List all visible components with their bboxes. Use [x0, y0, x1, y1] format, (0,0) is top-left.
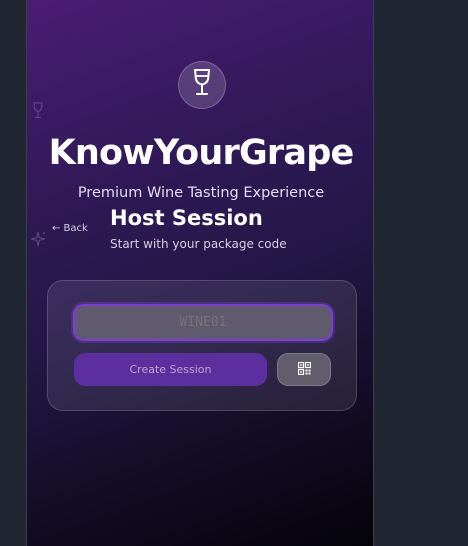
page: KnowYourGrape Premium Wine Tasting Exper…: [0, 0, 468, 546]
app-screen: KnowYourGrape Premium Wine Tasting Exper…: [26, 0, 374, 546]
package-code-input[interactable]: [73, 304, 333, 341]
wine-glass-decoration-icon: [31, 102, 45, 124]
app-subtitle: Premium Wine Tasting Experience: [77, 185, 325, 201]
app-title: KnowYourGrape: [48, 133, 355, 173]
page-title: Host Session: [110, 206, 263, 230]
qr-scan-button[interactable]: [277, 353, 331, 386]
logo-badge: [178, 61, 226, 109]
session-form-card: Create Session: [47, 280, 357, 411]
qr-code-icon: [297, 360, 311, 379]
page-subtitle: Start with your package code: [110, 237, 287, 251]
sparkle-decoration-icon: [29, 230, 47, 252]
create-session-button[interactable]: Create Session: [74, 353, 267, 386]
back-button[interactable]: ← Back: [52, 223, 88, 234]
wine-glass-icon: [191, 68, 213, 102]
